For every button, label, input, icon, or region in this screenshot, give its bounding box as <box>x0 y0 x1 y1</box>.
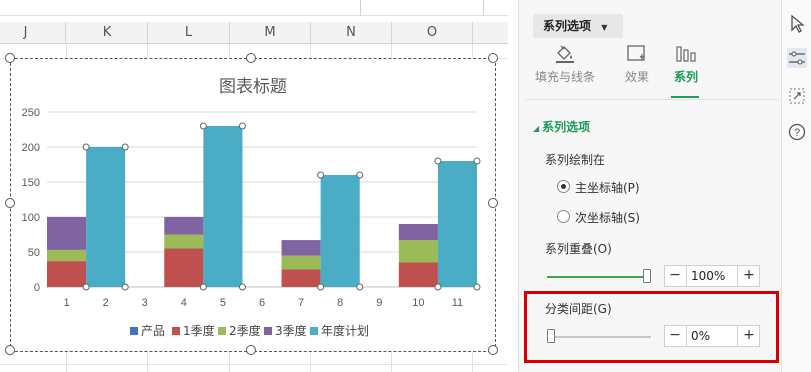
tab-label: 系列 <box>673 70 698 84</box>
effects-icon <box>626 44 648 64</box>
overlap-increment-button[interactable]: + <box>739 266 759 286</box>
overlap-value-input[interactable]: 100% <box>686 266 738 286</box>
overlap-decrement-button[interactable]: − <box>665 266 685 286</box>
help-icon[interactable]: ? <box>787 122 807 142</box>
resize-handle[interactable] <box>488 53 498 63</box>
resize-icon[interactable] <box>787 86 807 106</box>
legend-swatch <box>218 327 226 335</box>
resize-handle[interactable] <box>5 345 15 355</box>
legend-label: 产品 <box>141 324 166 338</box>
overlap-slider-knob[interactable] <box>643 269 651 283</box>
legend-label: 3季度 <box>275 324 307 338</box>
legend-item: 产品 <box>130 322 165 339</box>
legend-item: 3季度 <box>264 322 307 339</box>
legend-item: 1季度 <box>172 322 215 339</box>
series-options-dropdown[interactable]: 系列选项 ▼ <box>533 14 623 38</box>
resize-handle[interactable] <box>246 345 256 355</box>
highlight-box <box>524 291 779 363</box>
chart-title[interactable]: 图表标题 <box>160 72 346 97</box>
legend-swatch <box>172 327 180 335</box>
overlap-spinner[interactable]: − 100% + <box>664 265 760 287</box>
primary-axis-label[interactable]: 主坐标轴(P) <box>575 179 640 196</box>
divider <box>525 99 779 100</box>
plot-series-on-label: 系列绘制在 <box>545 153 606 167</box>
active-tab-indicator <box>671 96 699 98</box>
section-header-series-options[interactable]: ◢ 系列选项 <box>533 118 590 135</box>
legend-label: 1季度 <box>183 324 215 338</box>
series-overlap-label: 系列重叠(O) <box>545 242 612 256</box>
caret-down-icon: ◢ <box>533 124 540 133</box>
tab-fill-line[interactable]: 填充与线条 <box>533 44 597 85</box>
legend-item: 年度计划 <box>310 322 369 339</box>
resize-handle[interactable] <box>246 53 256 63</box>
legend-label: 年度计划 <box>321 324 370 338</box>
dropdown-label: 系列选项 <box>543 19 592 33</box>
chevron-down-icon: ▼ <box>601 23 608 32</box>
resize-handle[interactable] <box>488 198 498 208</box>
secondary-axis-radio[interactable] <box>557 210 570 223</box>
tab-effects[interactable]: 效果 <box>617 44 657 85</box>
legend-item: 2季度 <box>218 322 261 339</box>
tab-label: 填充与线条 <box>534 70 595 84</box>
svg-text:?: ? <box>794 127 800 139</box>
resize-handle[interactable] <box>488 345 498 355</box>
bar-series-icon <box>675 44 697 64</box>
legend-swatch <box>130 327 138 335</box>
chart-selection-border <box>10 58 496 352</box>
settings-sliders-icon[interactable] <box>787 48 807 68</box>
paint-bucket-icon <box>554 44 576 64</box>
tab-label: 效果 <box>624 70 649 84</box>
legend-swatch <box>264 327 272 335</box>
chart-legend[interactable]: 产品 1季度 2季度 3季度 年度计划 <box>130 322 390 338</box>
tab-series[interactable]: 系列 <box>669 44 703 85</box>
cursor-icon[interactable] <box>787 14 807 34</box>
resize-handle[interactable] <box>5 198 15 208</box>
resize-handle[interactable] <box>5 53 15 63</box>
legend-label: 2季度 <box>229 324 261 338</box>
primary-axis-radio[interactable] <box>557 180 570 193</box>
secondary-axis-label[interactable]: 次坐标轴(S) <box>575 209 640 226</box>
legend-swatch <box>310 327 318 335</box>
side-toolbar: ? <box>781 0 811 372</box>
section-title: 系列选项 <box>542 120 591 134</box>
overlap-slider-fill <box>547 276 651 278</box>
